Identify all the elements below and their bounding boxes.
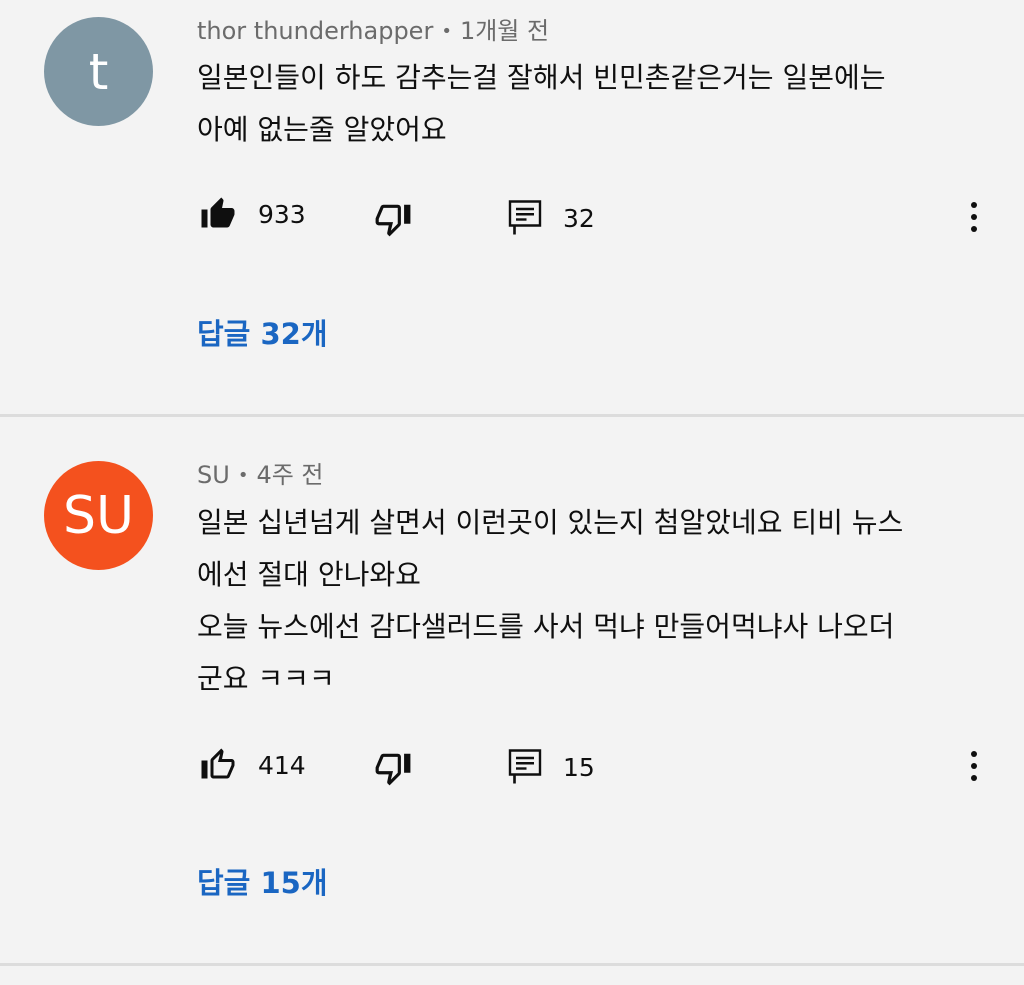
avatar[interactable]: t: [44, 17, 153, 126]
comment-thread: t thor thunderhapper • 1개월 전 일본인들이 하도 감추는걸…: [0, 0, 1024, 414]
comment-thread: SU SU • 4주 전 일본 십년넘게 살면서 이런곳이 있는지 첨알았네요 티비…: [0, 417, 1024, 963]
comment-text: 일본 십년넘게 살면서 이런곳이 있는지 첨알았네요 티비 뉴스 에선 절대 안…: [197, 497, 987, 705]
reply-count: 15: [563, 752, 595, 782]
comment-time[interactable]: 4주 전: [256, 461, 323, 489]
like-button[interactable]: 933: [200, 196, 306, 232]
thumbs-up-outline-icon: [201, 748, 235, 779]
comment-time[interactable]: 1개월 전: [460, 17, 549, 45]
more-options-button[interactable]: [962, 748, 986, 784]
comment-line: 에선 절대 안나와요: [197, 558, 421, 591]
avatar-letter: SU: [62, 485, 135, 546]
comment-line: 군요 ㅋㅋㅋ: [197, 662, 335, 695]
author-name[interactable]: thor thunderhapper: [197, 17, 433, 45]
comment-icon: [508, 749, 542, 784]
author-name[interactable]: SU: [197, 461, 230, 489]
reply-button[interactable]: 15: [507, 747, 595, 787]
dislike-button[interactable]: [374, 749, 412, 787]
avatar[interactable]: SU: [44, 461, 153, 570]
comment-line: 일본인들이 하도 감추는걸 잘해서 빈민촌같은거는 일본에는: [197, 61, 886, 94]
like-count: 933: [258, 199, 306, 229]
comment-text: 일본인들이 하도 감추는걸 잘해서 빈민촌같은거는 일본에는 아예 없는줄 알았…: [197, 52, 987, 156]
thumbs-down-icon: [375, 204, 411, 237]
dislike-button[interactable]: [374, 200, 412, 238]
avatar-letter: t: [88, 42, 109, 101]
like-count: 414: [258, 750, 306, 780]
more-vertical-icon: [971, 751, 977, 781]
separator-dot: •: [237, 465, 249, 486]
comment-meta: SU • 4주 전: [197, 460, 324, 491]
reply-button[interactable]: 32: [507, 198, 595, 238]
comment-line: 아예 없는줄 알았어요: [197, 113, 447, 146]
like-button[interactable]: 414: [200, 747, 306, 783]
divider: [0, 963, 1024, 966]
comment-line: 오늘 뉴스에선 감다샐러드를 사서 먹냐 만들어먹냐사 나오더: [197, 610, 895, 643]
separator-dot: •: [441, 21, 452, 42]
view-replies-link[interactable]: 답글 32개: [197, 311, 328, 353]
thumbs-up-filled-icon: [201, 197, 235, 228]
thumbs-down-icon: [375, 753, 411, 786]
more-options-button[interactable]: [962, 199, 986, 235]
reply-count: 32: [563, 203, 595, 233]
view-replies-link[interactable]: 답글 15개: [197, 860, 328, 902]
comment-icon: [508, 200, 542, 235]
comment-line: 일본 십년넘게 살면서 이런곳이 있는지 첨알았네요 티비 뉴스: [197, 506, 904, 539]
more-vertical-icon: [971, 202, 977, 232]
comment-meta: thor thunderhapper • 1개월 전: [197, 16, 549, 47]
